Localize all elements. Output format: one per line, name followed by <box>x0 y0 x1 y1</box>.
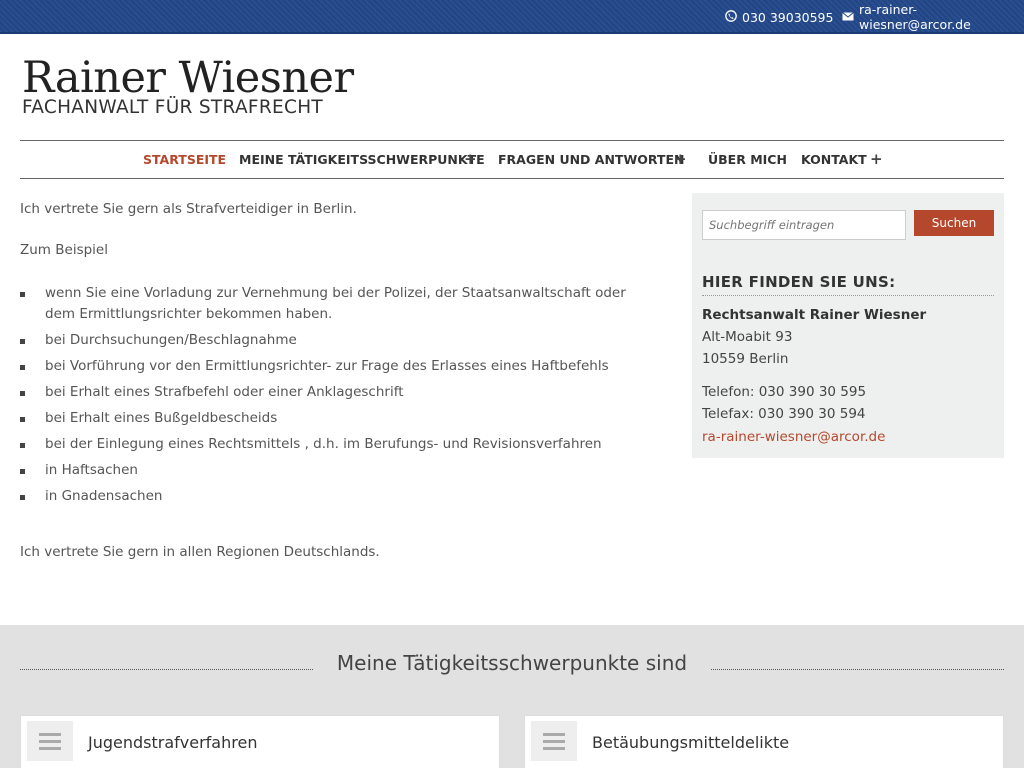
phone-icon <box>725 10 737 24</box>
divider-right <box>711 669 1004 670</box>
main-navigation: Startseite Meine Tätigkeitsschwerpunkte … <box>20 140 1004 179</box>
focus-areas-section: Meine Tätigkeitsschwerpunkte sind Jugend… <box>0 625 1024 768</box>
topbar-phone-text: 030 39030595 <box>742 9 834 25</box>
nav-item-startseite[interactable]: Startseite <box>143 141 226 178</box>
list-item: bei der Einlegung eines Rechtsmittels , … <box>20 434 640 455</box>
sidebar-email-link[interactable]: ra-rainer-wiesner@arcor.de <box>702 426 885 448</box>
top-bar: 030 39030595 ra-rainer-wiesner@arcor.de <box>0 0 1024 34</box>
logo-name: Rainer Wiesner <box>22 53 354 103</box>
service-list: wenn Sie eine Vorladung zur Vernehmung b… <box>20 283 640 512</box>
list-item: in Gnadensachen <box>20 486 640 507</box>
divider-left <box>20 669 313 670</box>
menu-icon <box>531 721 577 761</box>
topbar-email-text: ra-rainer-wiesner@arcor.de <box>859 2 971 32</box>
address-street: Alt-Moabit 93 <box>702 329 793 345</box>
focus-card-betaeubungsmitteldelikte[interactable]: Betäubungsmitteldelikte <box>524 715 1004 768</box>
firm-name: Rechtsanwalt Rainer Wiesner <box>702 307 927 323</box>
sidebar-heading: Hier finden Sie uns: <box>702 273 994 296</box>
nav-expand-fragen[interactable]: + <box>674 141 687 178</box>
focus-card-jugendstrafverfahren[interactable]: Jugendstrafverfahren <box>20 715 500 768</box>
nav-item-taetigkeitsschwerpunkte[interactable]: Meine Tätigkeitsschwerpunkte <box>239 141 485 178</box>
list-item: bei Vorführung vor den Ermittlungsrichte… <box>20 356 640 377</box>
sidebar: Suchen Hier finden Sie uns: Rechtsanwalt… <box>692 193 1004 458</box>
search-input[interactable] <box>702 210 906 240</box>
list-item: bei Durchsuchungen/Beschlagnahme <box>20 330 640 351</box>
section-title: Meine Tätigkeitsschwerpunkte sind <box>336 651 688 675</box>
focus-card-label: Jugendstrafverfahren <box>88 733 258 752</box>
logo-subtitle: FACHANWALT FÜR STRAFRECHT <box>22 97 324 118</box>
list-item: in Haftsachen <box>20 460 640 481</box>
nav-expand-kontakt[interactable]: + <box>870 141 883 178</box>
nav-item-kontakt[interactable]: Kontakt <box>801 141 867 178</box>
nav-item-fragen[interactable]: Fragen und Antworten <box>498 141 684 178</box>
address-city: 10559 Berlin <box>702 351 789 367</box>
nav-expand-taetigkeitsschwerpunkte[interactable]: + <box>464 141 477 178</box>
list-item: bei Erhalt eines Bußgeldbescheids <box>20 408 640 429</box>
site-logo[interactable]: Rainer Wiesner FACHANWALT FÜR STRAFRECHT <box>22 54 354 118</box>
intro-text: Ich vertrete Sie gern als Strafverteidig… <box>20 201 357 217</box>
list-item: bei Erhalt eines Strafbefehl oder einer … <box>20 382 640 403</box>
telefon-text: Telefon: 030 390 30 595 <box>702 384 867 400</box>
envelope-icon <box>842 11 854 23</box>
focus-card-label: Betäubungsmitteldelikte <box>592 733 790 752</box>
topbar-phone[interactable]: 030 39030595 <box>725 0 833 34</box>
nav-item-ueber-mich[interactable]: Über mich <box>708 141 787 178</box>
menu-icon <box>27 721 73 761</box>
telefax-text: Telefax: 030 390 30 594 <box>702 406 866 422</box>
topbar-email[interactable]: ra-rainer-wiesner@arcor.de <box>842 0 1024 34</box>
list-item: wenn Sie eine Vorladung zur Vernehmung b… <box>20 283 640 325</box>
search-button[interactable]: Suchen <box>914 210 994 236</box>
example-text: Zum Beispiel <box>20 242 108 258</box>
closing-text: Ich vertrete Sie gern in allen Regionen … <box>20 544 380 560</box>
